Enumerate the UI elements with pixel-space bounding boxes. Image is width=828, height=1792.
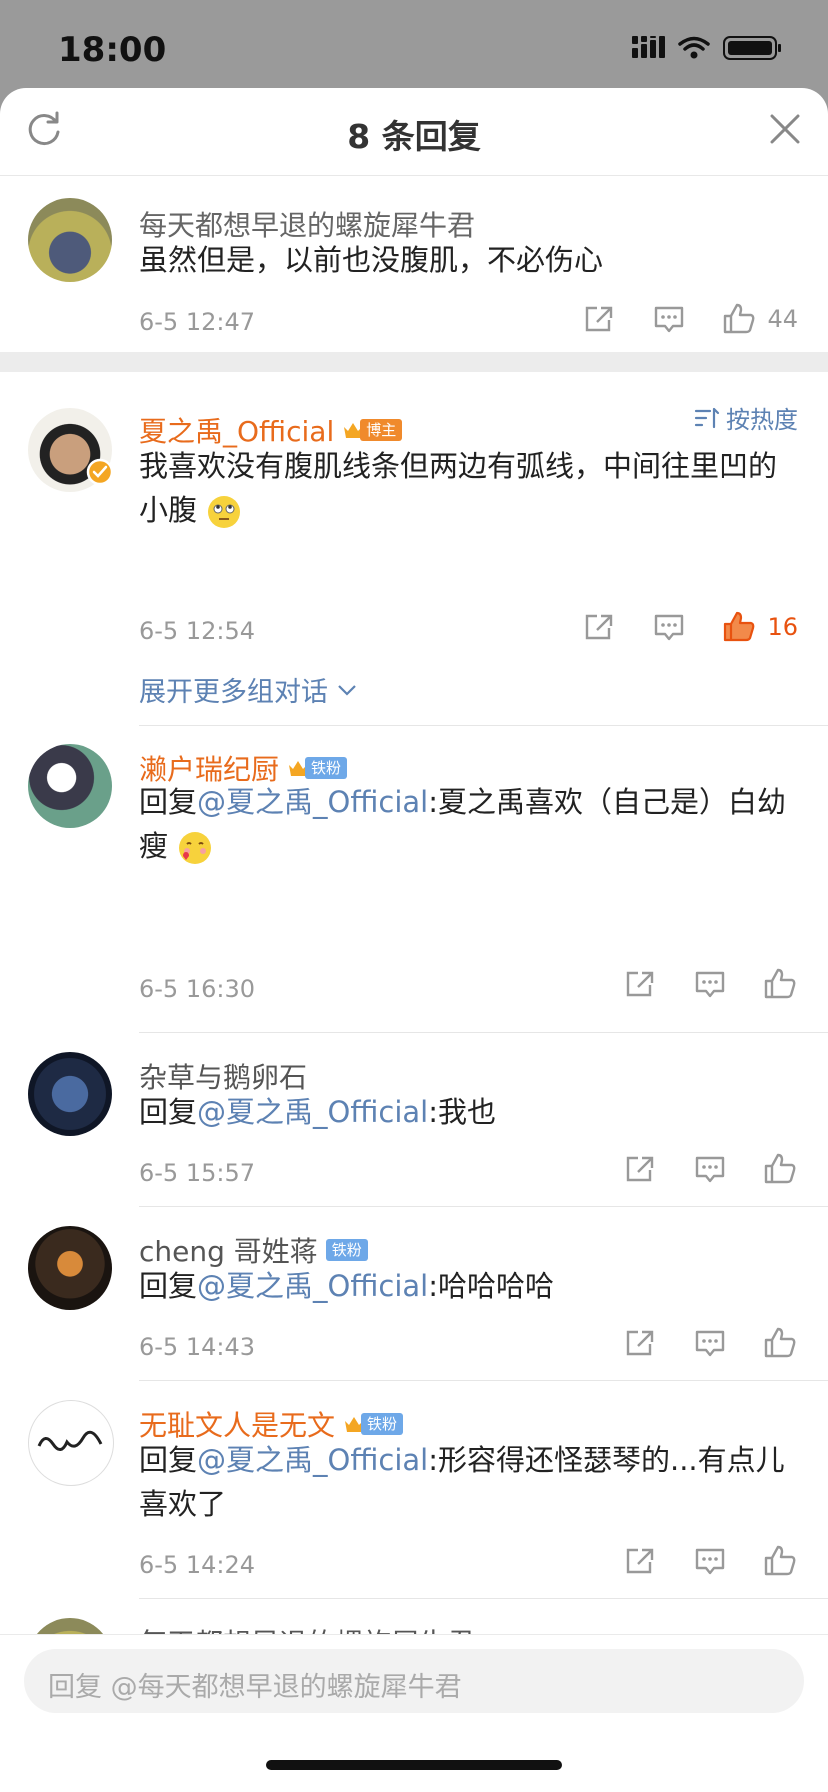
comment-actions <box>588 967 798 1001</box>
comment-body: :哈哈哈哈 <box>428 1269 554 1303</box>
sort-button[interactable]: 按热度 <box>694 400 798 435</box>
mention-link[interactable]: @夏之禹_Official <box>197 785 428 819</box>
badge-label: 博主 <box>360 419 403 441</box>
badge-label: 铁粉 <box>361 1413 404 1435</box>
divider <box>139 1380 828 1381</box>
comment-body: :我也 <box>428 1095 496 1129</box>
mention-link[interactable]: @夏之禹_Official <box>197 1443 428 1477</box>
share-icon[interactable] <box>622 1544 658 1578</box>
like-count: 44 <box>767 305 798 333</box>
comment-date: 6-5 16:30 <box>139 975 255 1003</box>
expand-label: 展开更多组对话 <box>139 677 328 708</box>
comment-date: 6-5 12:54 <box>139 617 255 645</box>
comment-icon[interactable] <box>692 1326 728 1360</box>
like-icon-active[interactable] <box>721 610 757 644</box>
page-title: 8 条回复 <box>347 117 481 156</box>
comment-date: 6-5 14:24 <box>139 1551 255 1579</box>
like-icon[interactable] <box>762 1326 798 1360</box>
comment-icon[interactable] <box>651 302 687 336</box>
divider <box>139 1206 828 1207</box>
comment-icon[interactable] <box>692 1152 728 1186</box>
avatar[interactable] <box>28 1226 112 1310</box>
mention-link[interactable]: @夏之禹_Official <box>197 1095 428 1129</box>
fan-badge: 铁粉 <box>343 1413 404 1435</box>
badge-label: 铁粉 <box>325 1239 368 1261</box>
comment-icon[interactable] <box>692 967 728 1001</box>
comment-actions: 16 <box>547 610 798 644</box>
blogger-badge: 博主 <box>342 419 403 441</box>
close-icon[interactable] <box>768 112 802 146</box>
comment-date: 6-5 12:47 <box>139 308 255 336</box>
reply-prefix: 回复 <box>139 785 198 819</box>
sheet-header: 8 条回复 <box>0 88 828 176</box>
comment-text: 回复@夏之禹_Official:形容得还怪瑟琴的...有点儿喜欢了 <box>139 1438 792 1526</box>
comment-icon[interactable] <box>692 1544 728 1578</box>
avatar[interactable] <box>28 1052 112 1136</box>
comment-text: 回复@夏之禹_Official:夏之禹喜欢（自己是）白幼瘦 <box>139 780 792 868</box>
reply-input-placeholder: 回复 @每天都想早退的螺旋犀牛君 <box>48 1672 462 1703</box>
sort-icon <box>694 407 720 428</box>
comment-actions: 44 <box>547 302 798 336</box>
home-indicator[interactable] <box>266 1760 562 1770</box>
avatar[interactable] <box>28 198 112 282</box>
sort-label: 按热度 <box>726 406 798 434</box>
status-bar: 18:00 <box>0 0 828 92</box>
reply-prefix: 回复 <box>139 1443 198 1477</box>
comment-text: 回复@夏之禹_Official:我也 <box>139 1090 792 1134</box>
reply-input[interactable]: 回复 @每天都想早退的螺旋犀牛君 <box>24 1649 804 1713</box>
divider <box>139 1598 828 1599</box>
reply-prefix: 回复 <box>139 1269 198 1303</box>
comment-actions <box>588 1152 798 1186</box>
expand-conversation-link[interactable]: 展开更多组对话 <box>139 670 358 709</box>
like-icon[interactable] <box>762 1544 798 1578</box>
like-count: 16 <box>767 613 798 641</box>
share-icon[interactable] <box>581 302 617 336</box>
fan-badge: 铁粉 <box>287 757 348 779</box>
replies-sheet: 8 条回复 每天都想早退的螺旋犀牛君 虽然但是，以前也没腹肌，不必伤心 6-5 … <box>0 88 828 1792</box>
root-comment: 每天都想早退的螺旋犀牛君 虽然但是，以前也没腹肌，不必伤心 6-5 12:47 … <box>0 176 828 352</box>
comment-icon[interactable] <box>651 610 687 644</box>
share-icon[interactable] <box>622 1326 658 1360</box>
verified-icon <box>86 458 114 486</box>
like-icon[interactable] <box>762 967 798 1001</box>
eye-roll-emoji-icon <box>208 496 241 528</box>
comment-date: 6-5 14:43 <box>139 1333 255 1361</box>
avatar[interactable] <box>28 744 112 828</box>
status-icons <box>632 36 781 60</box>
divider <box>139 1032 828 1033</box>
comment-actions <box>588 1326 798 1360</box>
status-time: 18:00 <box>58 30 167 70</box>
divider <box>139 725 828 726</box>
comment-date: 6-5 15:57 <box>139 1159 255 1187</box>
share-icon[interactable] <box>622 1152 658 1186</box>
comment-text: 回复@夏之禹_Official:哈哈哈哈 <box>139 1264 792 1308</box>
blush-heart-emoji-icon <box>179 832 212 864</box>
section-divider <box>0 352 828 372</box>
share-icon[interactable] <box>581 610 617 644</box>
reply-prefix: 回复 <box>139 1095 198 1129</box>
comment-text: 虽然但是，以前也没腹肌，不必伤心 <box>139 243 604 277</box>
share-icon[interactable] <box>622 967 658 1001</box>
like-icon[interactable] <box>762 1152 798 1186</box>
fan-badge: 铁粉 <box>325 1239 368 1261</box>
badge-label: 铁粉 <box>305 757 348 779</box>
comment-actions <box>588 1544 798 1578</box>
mention-link[interactable]: @夏之禹_Official <box>197 1269 428 1303</box>
chevron-down-icon <box>338 684 356 696</box>
like-icon[interactable] <box>721 302 757 336</box>
comment-text: 我喜欢没有腹肌线条但两边有弧线，中间往里凹的小腹 <box>139 444 792 532</box>
avatar-logo <box>37 1430 103 1451</box>
